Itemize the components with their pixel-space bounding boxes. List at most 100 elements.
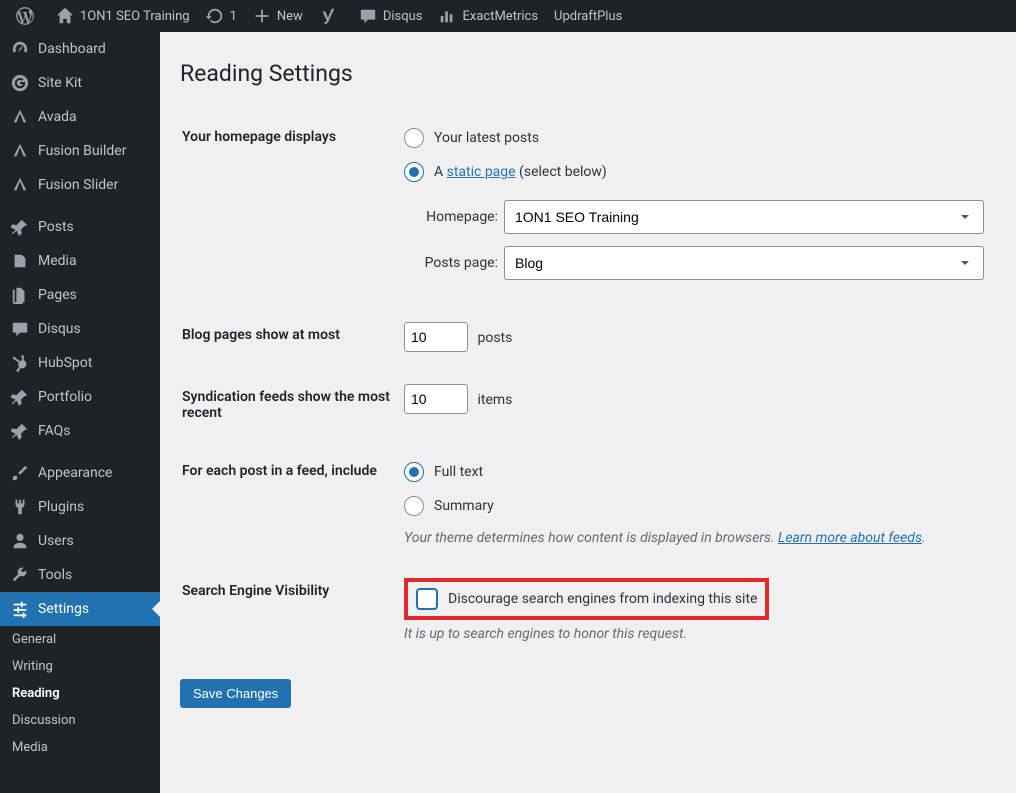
user-icon — [10, 532, 30, 550]
sidebar-label: Disqus — [38, 321, 81, 337]
sidebar-sub-media[interactable]: Media — [0, 734, 160, 761]
sidebar-label: Appearance — [38, 465, 112, 481]
sev-checkbox[interactable] — [416, 588, 438, 610]
plus-icon — [253, 7, 271, 25]
posts-page-select-label: Posts page: — [404, 255, 498, 271]
plug-icon — [10, 498, 30, 516]
media-icon — [10, 252, 30, 270]
sev-checkbox-label: Discourage search engines from indexing … — [448, 591, 757, 607]
sidebar-label: Settings — [38, 601, 89, 617]
sidebar-item-sitekit[interactable]: Site Kit — [0, 66, 160, 100]
sidebar-item-fusion-builder[interactable]: Fusion Builder — [0, 134, 160, 168]
sidebar-label: Pages — [38, 287, 77, 303]
sidebar-item-dashboard[interactable]: Dashboard — [0, 32, 160, 66]
disqus-text: Disqus — [383, 9, 423, 24]
updraft-link[interactable]: UpdraftPlus — [546, 0, 630, 32]
sidebar-label: Dashboard — [38, 41, 106, 57]
new-text: New — [277, 9, 303, 24]
learn-more-feeds-link[interactable]: Learn more about feeds — [778, 530, 922, 546]
radio-summary[interactable] — [404, 496, 424, 516]
save-button[interactable]: Save Changes — [180, 679, 291, 708]
sidebar-sub-general[interactable]: General — [0, 626, 160, 653]
posts-page-select[interactable]: Blog — [504, 246, 984, 280]
avada-icon — [10, 108, 30, 126]
comment-icon — [359, 7, 377, 25]
disqus-link[interactable]: Disqus — [351, 0, 431, 32]
updates-link[interactable]: 1 — [198, 0, 245, 32]
radio-latest-posts-label: Your latest posts — [434, 130, 539, 146]
radio-summary-label: Summary — [434, 498, 494, 514]
pages-icon — [10, 286, 30, 304]
sidebar-item-fusion-slider[interactable]: Fusion Slider — [0, 168, 160, 202]
hubspot-icon — [10, 354, 30, 372]
sidebar-label: Fusion Builder — [38, 143, 126, 159]
chart-icon — [438, 7, 456, 25]
sidebar-label: Media — [38, 253, 77, 269]
wp-logo[interactable] — [8, 0, 48, 32]
sidebar-item-faqs[interactable]: FAQs — [0, 414, 160, 448]
static-page-link[interactable]: static page — [447, 164, 516, 180]
sidebar-sub-reading[interactable]: Reading — [0, 680, 160, 707]
radio-full-text-label: Full text — [434, 464, 483, 480]
sidebar-item-media[interactable]: Media — [0, 244, 160, 278]
sidebar-item-portfolio[interactable]: Portfolio — [0, 380, 160, 414]
updraft-text: UpdraftPlus — [554, 9, 622, 24]
yoast-link[interactable] — [311, 0, 351, 32]
sidebar-item-tools[interactable]: Tools — [0, 558, 160, 592]
pin-icon — [10, 218, 30, 236]
sidebar-item-avada[interactable]: Avada — [0, 100, 160, 134]
sidebar-label: Site Kit — [38, 75, 82, 91]
site-name-text: 1ON1 SEO Training — [80, 9, 190, 24]
sidebar-sub-discussion[interactable]: Discussion — [0, 707, 160, 734]
yoast-icon — [319, 7, 337, 25]
exactmetrics-text: ExactMetrics — [462, 9, 538, 24]
radio-static-page[interactable] — [404, 162, 424, 182]
site-name-link[interactable]: 1ON1 SEO Training — [48, 0, 198, 32]
pin-icon — [10, 388, 30, 406]
homepage-select[interactable]: 1ON1 SEO Training — [504, 200, 984, 234]
sidebar-item-pages[interactable]: Pages — [0, 278, 160, 312]
sev-highlight: Discourage search engines from indexing … — [404, 578, 769, 620]
brush-icon — [10, 464, 30, 482]
exactmetrics-link[interactable]: ExactMetrics — [430, 0, 546, 32]
dashboard-icon — [10, 40, 30, 58]
home-icon — [56, 7, 74, 25]
sidebar-item-settings[interactable]: Settings — [0, 592, 160, 626]
radio-latest-posts[interactable] — [404, 128, 424, 148]
new-link[interactable]: New — [245, 0, 311, 32]
sidebar-item-users[interactable]: Users — [0, 524, 160, 558]
wordpress-icon — [16, 7, 34, 25]
sidebar-item-hubspot[interactable]: HubSpot — [0, 346, 160, 380]
radio-static-page-label: A static page (select below) — [434, 164, 607, 180]
syndication-input[interactable] — [404, 384, 468, 414]
feed-note: Your theme determines how content is dis… — [404, 530, 984, 546]
sidebar-item-disqus[interactable]: Disqus — [0, 312, 160, 346]
blog-pages-unit: posts — [477, 330, 512, 346]
sidebar-label: FAQs — [38, 423, 71, 439]
sidebar-label: Tools — [38, 567, 72, 583]
blog-pages-input[interactable] — [404, 322, 468, 352]
content-area: Reading Settings Your homepage displays … — [160, 32, 1016, 793]
homepage-select-label: Homepage: — [404, 209, 498, 225]
sidebar-item-appearance[interactable]: Appearance — [0, 456, 160, 490]
admin-bar: 1ON1 SEO Training 1 New Disqus ExactMetr… — [0, 0, 1016, 32]
fusion-slider-icon — [10, 176, 30, 194]
sev-label: Search Engine Visibility — [182, 563, 402, 657]
sidebar-item-posts[interactable]: Posts — [0, 210, 160, 244]
admin-sidebar: Dashboard Site Kit Avada Fusion Builder … — [0, 32, 160, 793]
sidebar-label: Fusion Slider — [38, 177, 118, 193]
google-icon — [10, 74, 30, 92]
feed-include-label: For each post in a feed, include — [182, 443, 402, 561]
syndication-label: Syndication feeds show the most recent — [182, 369, 402, 441]
sidebar-label: HubSpot — [38, 355, 92, 371]
sidebar-item-plugins[interactable]: Plugins — [0, 490, 160, 524]
homepage-displays-label: Your homepage displays — [182, 109, 402, 305]
sidebar-label: Posts — [38, 219, 74, 235]
page-title: Reading Settings — [180, 60, 996, 87]
update-icon — [206, 7, 224, 25]
wrench-icon — [10, 566, 30, 584]
radio-full-text[interactable] — [404, 462, 424, 482]
sidebar-sub-writing[interactable]: Writing — [0, 653, 160, 680]
comment-icon — [10, 320, 30, 338]
sidebar-label: Portfolio — [38, 389, 92, 405]
